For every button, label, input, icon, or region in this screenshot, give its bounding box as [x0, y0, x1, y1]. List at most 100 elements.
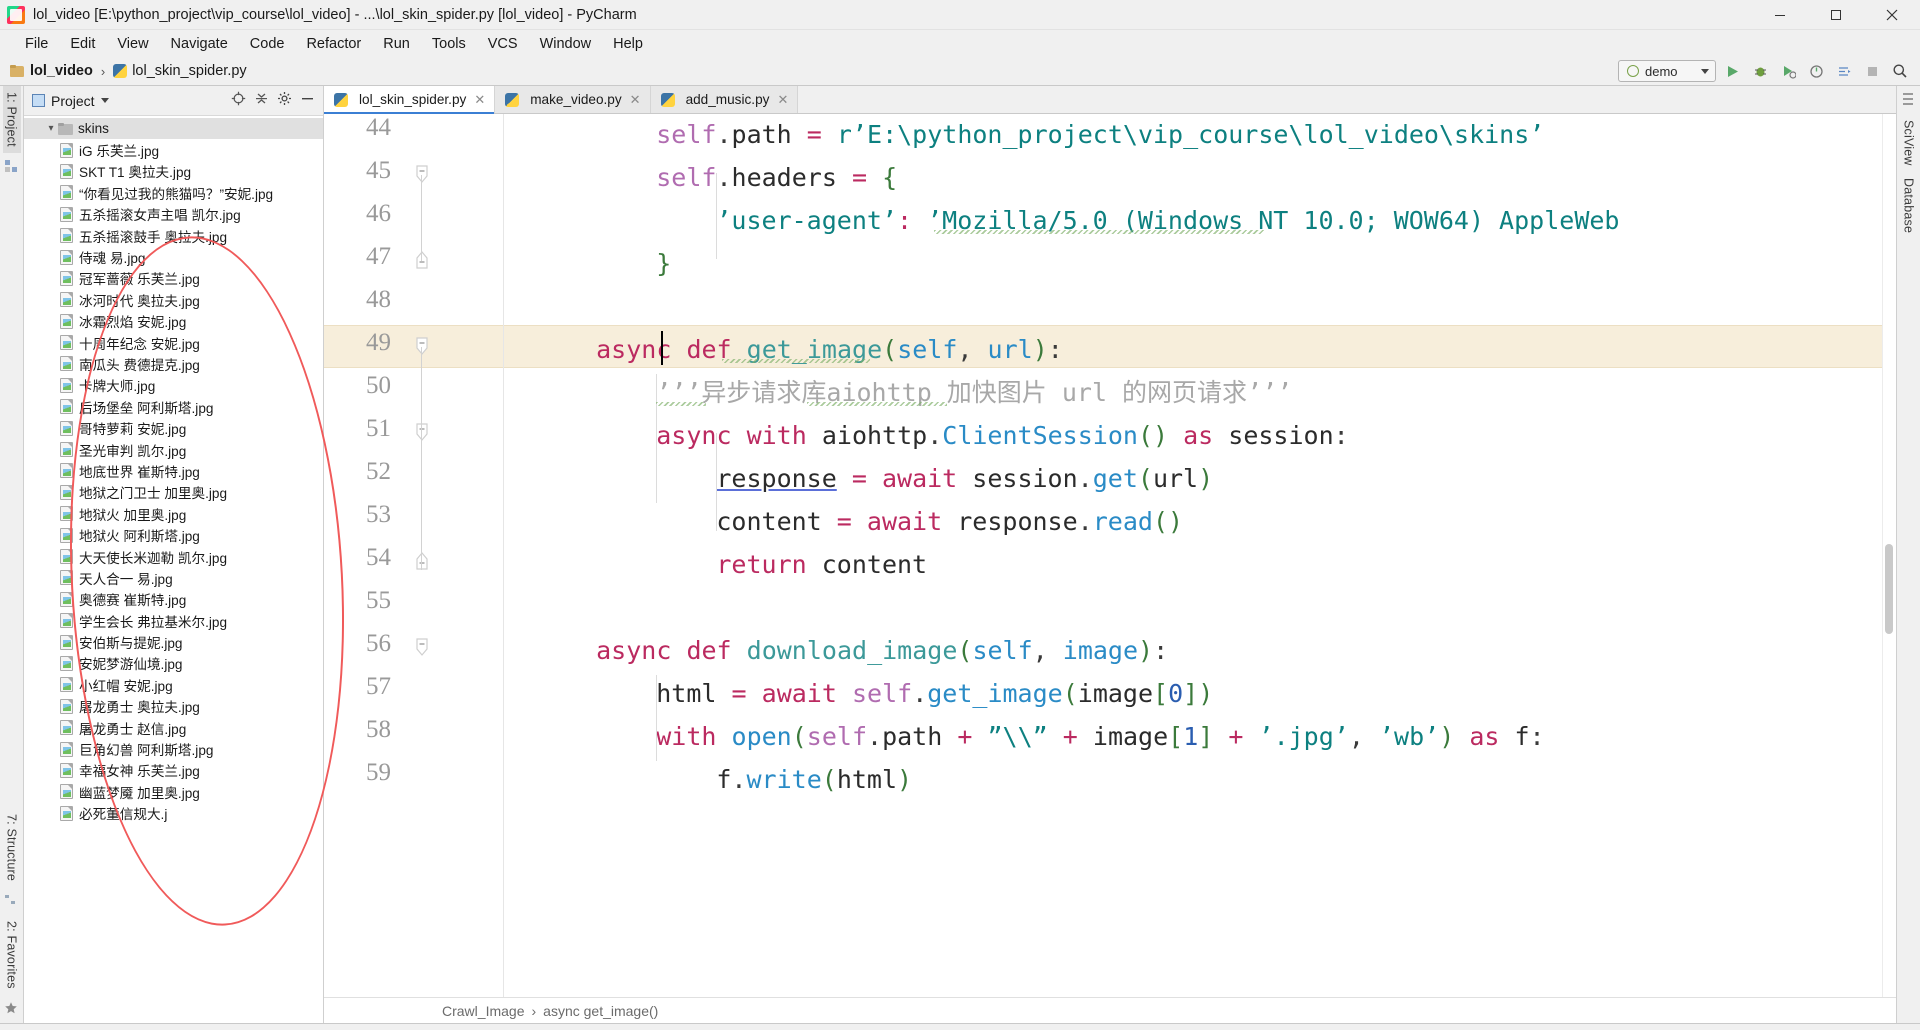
scrollbar-thumb[interactable]	[1885, 544, 1893, 634]
editor-gutter[interactable]: 44 45 46 47 48 49 50 51 52 53 54 55 56 57 58 59	[324, 114, 504, 997]
tree-file-item[interactable]: 冰霜烈焰 安妮.jpg	[24, 311, 323, 332]
tree-file-item[interactable]: 学生会长 弗拉基米尔.jpg	[24, 610, 323, 631]
editor-tab[interactable]: make_video.py ✕	[495, 86, 651, 113]
tree-file-item[interactable]: 南瓜头 费德提克.jpg	[24, 353, 323, 374]
settings-icon[interactable]	[277, 91, 292, 111]
profile-icon[interactable]	[1804, 59, 1828, 83]
coverage-icon[interactable]	[1776, 59, 1800, 83]
close-icon[interactable]: ✕	[630, 92, 641, 108]
locate-icon[interactable]	[231, 91, 246, 111]
tree-file-item[interactable]: 天人合一 易.jpg	[24, 567, 323, 588]
sidebar-item-project[interactable]: 1: Project	[2, 86, 21, 153]
menu-item-code[interactable]: Code	[239, 33, 296, 55]
chevron-down-icon[interactable]: ▾	[44, 123, 58, 134]
tree-file-item[interactable]: 幽蓝梦魇 加里奥.jpg	[24, 781, 323, 802]
tree-file-item[interactable]: “你看见过我的熊猫吗？”安妮.jpg	[24, 182, 323, 203]
code-line[interactable]: response = await session.get(url)	[716, 457, 1213, 500]
hide-panel-icon[interactable]	[300, 91, 315, 111]
close-icon[interactable]: ✕	[777, 92, 788, 108]
menu-item-view[interactable]: View	[106, 33, 159, 55]
code-line[interactable]: async with aiohttp.ClientSession() as se…	[656, 414, 1348, 457]
stop-icon[interactable]	[1860, 59, 1884, 83]
breadcrumb-class[interactable]: Crawl_Image	[442, 1003, 524, 1019]
debug-icon[interactable]	[1748, 59, 1772, 83]
breadcrumb-method[interactable]: async get_image()	[543, 1003, 658, 1019]
collapse-all-icon[interactable]	[254, 91, 269, 111]
fold-start-icon[interactable]	[412, 422, 432, 442]
fold-end-icon[interactable]	[412, 551, 432, 571]
run-icon[interactable]	[1720, 59, 1744, 83]
tree-file-item[interactable]: 圣光审判 凯尔.jpg	[24, 439, 323, 460]
project-structure-icon[interactable]	[4, 159, 20, 175]
tree-file-item[interactable]: 卡牌大师.jpg	[24, 375, 323, 396]
code-line[interactable]: content = await response.read()	[716, 500, 1183, 543]
editor-tab[interactable]: add_music.py ✕	[650, 86, 799, 113]
tree-file-item[interactable]: 五杀摇滚鼓手 奥拉夫.jpg	[24, 225, 323, 246]
tree-file-item[interactable]: 地底世界 崔斯特.jpg	[24, 460, 323, 481]
code-line[interactable]: with open(self.path + ”\\” + image[1] + …	[656, 715, 1544, 758]
tree-file-item[interactable]: SKT T1 奥拉夫.jpg	[24, 161, 323, 182]
code-line[interactable]: ’user-agent’: ’Mozilla/5.0 (Windows NT 1…	[716, 199, 1619, 242]
code-line[interactable]: html = await self.get_image(image[0])	[656, 672, 1213, 715]
tree-file-item[interactable]: iG 乐芙兰.jpg	[24, 139, 323, 160]
menu-item-run[interactable]: Run	[372, 33, 421, 55]
fold-start-icon[interactable]	[412, 164, 432, 184]
tree-file-item[interactable]: 大天使长米迦勒 凯尔.jpg	[24, 546, 323, 567]
editor-tab[interactable]: lol_skin_spider.py ✕	[324, 86, 496, 114]
tree-file-item[interactable]: 幸福女神 乐芙兰.jpg	[24, 760, 323, 781]
tree-file-item[interactable]: 冠军蔷薇 乐芙兰.jpg	[24, 268, 323, 289]
tree-file-item[interactable]: 地狱之门卫士 加里奥.jpg	[24, 482, 323, 503]
menu-item-edit[interactable]: Edit	[59, 33, 106, 55]
code-line[interactable]: async def download_image(self, image):	[596, 629, 1168, 672]
code-line[interactable]: f.write(html)	[716, 758, 912, 801]
code-line[interactable]: self.path = r’E:\python_project\vip_cour…	[656, 114, 1544, 156]
menu-item-help[interactable]: Help	[602, 33, 654, 55]
code-editor[interactable]: 44 45 46 47 48 49 50 51 52 53 54 55 56 57 58 59 self.pa…	[324, 114, 1896, 997]
star-icon[interactable]	[4, 1001, 20, 1017]
close-button[interactable]	[1864, 0, 1920, 30]
fold-start-icon[interactable]	[412, 336, 432, 356]
tree-file-item[interactable]: 后场堡垒 阿利斯塔.jpg	[24, 396, 323, 417]
code-line[interactable]: async def get_image(self, url):	[596, 328, 1063, 371]
tree-file-item[interactable]: 五杀摇滚女声主唱 凯尔.jpg	[24, 204, 323, 225]
code-line[interactable]: }	[656, 242, 671, 285]
attach-icon[interactable]	[1832, 59, 1856, 83]
tree-file-item[interactable]: 屠龙勇士 奥拉夫.jpg	[24, 696, 323, 717]
code-line[interactable]: ’’’异步请求库aiohttp 加快图片 url 的网页请求’’’	[656, 371, 1292, 414]
tree-file-item[interactable]: 冰河时代 奥拉夫.jpg	[24, 289, 323, 310]
code-line[interactable]: self.headers = {	[656, 156, 897, 199]
project-tree[interactable]: ▾ skins iG 乐芙兰.jpg SKT T1 奥拉夫.jpg “你看见过我的熊猫吗…	[24, 116, 323, 1023]
stretch-icon[interactable]	[1901, 92, 1917, 108]
close-icon[interactable]: ✕	[474, 92, 485, 108]
sidebar-item-structure[interactable]: 7: Structure	[3, 808, 21, 887]
search-icon[interactable]	[1888, 59, 1912, 83]
fold-start-icon[interactable]	[412, 637, 432, 657]
maximize-button[interactable]	[1808, 0, 1864, 30]
code-content[interactable]: self.path = r’E:\python_project\vip_cour…	[504, 114, 1882, 997]
tree-file-item[interactable]: 必死董信规大.j	[24, 803, 323, 824]
structure-icon[interactable]	[4, 893, 20, 909]
breadcrumb-file[interactable]: lol_skin_spider.py	[132, 63, 246, 79]
tree-file-item[interactable]: 屠龙勇士 赵信.jpg	[24, 717, 323, 738]
tree-file-item[interactable]: 地狱火 加里奥.jpg	[24, 503, 323, 524]
tree-file-item[interactable]: 哥特萝莉 安妮.jpg	[24, 417, 323, 438]
sidebar-item-sciview[interactable]: SciView	[1900, 114, 1918, 172]
tree-folder-skins[interactable]: ▾ skins	[24, 118, 323, 140]
tree-file-item[interactable]: 地狱火 阿利斯塔.jpg	[24, 524, 323, 545]
menu-item-file[interactable]: File	[14, 33, 59, 55]
tree-file-item[interactable]: 安妮梦游仙境.jpg	[24, 653, 323, 674]
run-configuration-selector[interactable]: demo	[1618, 60, 1716, 82]
menu-item-navigate[interactable]: Navigate	[160, 33, 239, 55]
tree-file-item[interactable]: 侍魂 易.jpg	[24, 246, 323, 267]
breadcrumb-project[interactable]: lol_video	[30, 63, 93, 79]
minimize-button[interactable]	[1752, 0, 1808, 30]
tree-file-item[interactable]: 小红帽 安妮.jpg	[24, 674, 323, 695]
menu-item-tools[interactable]: Tools	[421, 33, 477, 55]
editor-vertical-scrollbar[interactable]	[1882, 114, 1896, 997]
menu-item-window[interactable]: Window	[529, 33, 603, 55]
tree-file-item[interactable]: 巨角幻兽 阿利斯塔.jpg	[24, 738, 323, 759]
tree-file-item[interactable]: 奥德赛 崔斯特.jpg	[24, 589, 323, 610]
menu-item-vcs[interactable]: VCS	[477, 33, 529, 55]
menu-item-refactor[interactable]: Refactor	[295, 33, 372, 55]
sidebar-item-favorites[interactable]: 2: Favorites	[3, 915, 21, 995]
